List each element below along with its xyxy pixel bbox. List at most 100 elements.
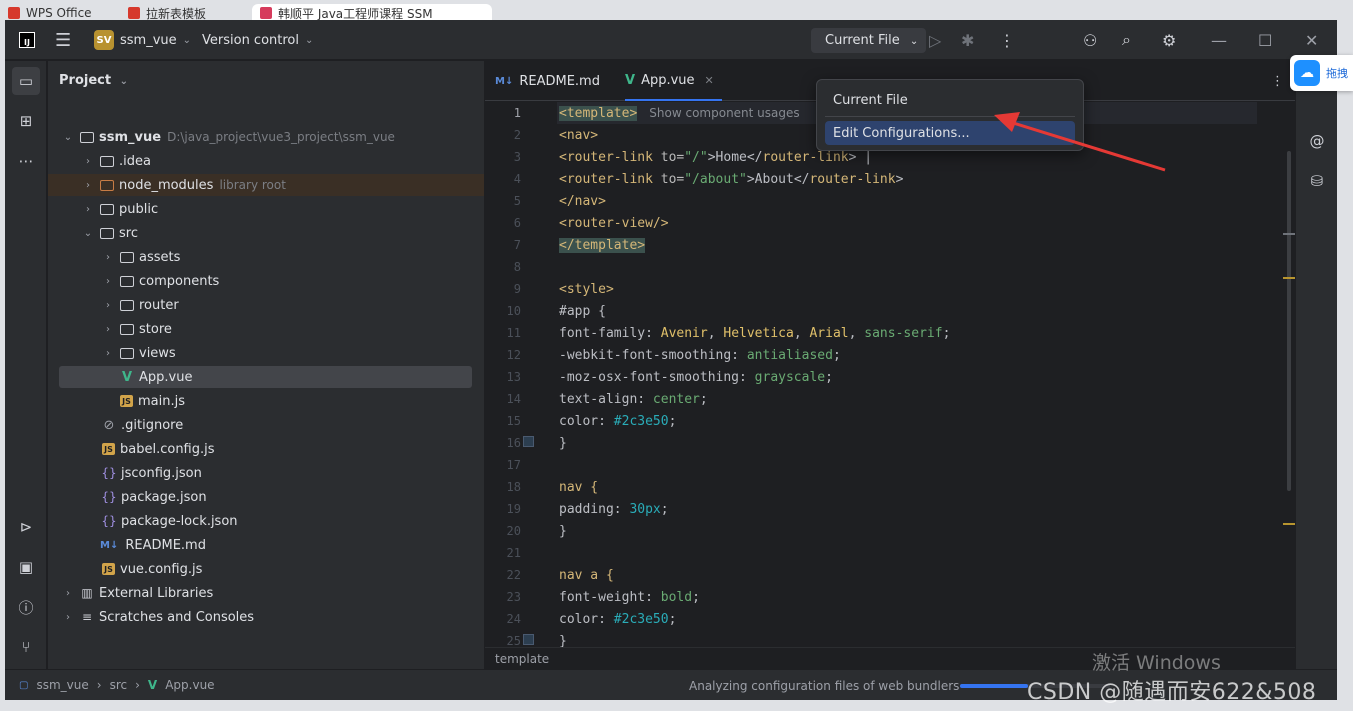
more-vertical-icon: ⋮: [999, 30, 1015, 50]
chevron-right-icon: ›: [86, 155, 90, 167]
line-number: 22: [506, 568, 521, 582]
menu-item-current-file[interactable]: Current File: [825, 88, 1075, 112]
tree-item-app-vue[interactable]: V App.vue: [59, 366, 472, 388]
tree-item-scratches[interactable]: › ≡ Scratches and Consoles: [48, 606, 484, 628]
chevron-down-icon: ⌄: [182, 34, 192, 46]
line-number: 6: [513, 216, 521, 230]
tree-item-src[interactable]: ⌄ src: [48, 222, 484, 244]
js-file-icon: JS: [120, 395, 133, 407]
menu-item-edit-configurations[interactable]: Edit Configurations...: [825, 121, 1075, 145]
chevron-down-icon: ⌄: [909, 35, 919, 47]
status-crumb-project[interactable]: ssm_vue: [36, 678, 88, 692]
services-tool-button[interactable]: ⊳: [16, 517, 36, 537]
tree-item-assets[interactable]: › assets: [48, 246, 484, 268]
tree-item-gitignore[interactable]: ⊘ .gitignore: [48, 414, 484, 436]
project-badge: SV: [94, 30, 114, 50]
minimize-button[interactable]: —: [1211, 20, 1227, 60]
tree-item-store[interactable]: › store: [48, 318, 484, 340]
tree-item-readme[interactable]: M↓ README.md: [48, 534, 484, 556]
ai-assistant-button[interactable]: @: [1307, 131, 1327, 151]
folder-icon: [120, 274, 134, 288]
line-number: 1: [513, 106, 521, 120]
folder-icon: [120, 298, 134, 312]
git-branch-icon: ⑂: [21, 638, 31, 656]
main-menu-button[interactable]: ☰: [55, 20, 71, 60]
project-switcher[interactable]: SV ssm_vue ⌄: [94, 20, 191, 60]
tab-app-vue[interactable]: V App.vue ✕: [625, 61, 722, 101]
editor-tabs-menu[interactable]: ⋮: [1271, 61, 1284, 101]
line-number: 5: [513, 194, 521, 208]
settings-button[interactable]: ⚙: [1162, 20, 1176, 60]
markdown-file-icon: M↓: [495, 75, 514, 87]
tree-item-jsconfig[interactable]: {} jsconfig.json: [48, 462, 484, 484]
chevron-right-icon: ›: [106, 251, 110, 263]
line-number: 9: [513, 282, 521, 296]
chevron-right-icon: ›: [106, 275, 110, 287]
js-file-icon: JS: [102, 443, 115, 455]
project-tool-button[interactable]: ▭: [12, 67, 40, 95]
tree-item-components[interactable]: › components: [48, 270, 484, 292]
json-file-icon: {}: [101, 466, 117, 480]
problems-tool-button[interactable]: ⓘ: [16, 597, 36, 617]
tab-readme[interactable]: M↓ README.md: [495, 61, 600, 101]
tree-item-package-lock[interactable]: {} package-lock.json: [48, 510, 484, 532]
tree-item-main-js[interactable]: JS main.js: [48, 390, 484, 412]
markdown-file-icon: M↓: [100, 539, 119, 551]
line-number: 3: [513, 150, 521, 164]
run-config-selector[interactable]: Current File ⌄: [811, 20, 927, 60]
tree-item-idea[interactable]: › .idea: [48, 150, 484, 172]
menu-separator: [825, 116, 1075, 117]
search-button[interactable]: ⌕: [1122, 20, 1131, 60]
more-horizontal-icon: ⋯: [18, 152, 34, 170]
line-number: 20: [506, 524, 521, 538]
baidu-netdisk-float[interactable]: ☁ 拖拽: [1290, 55, 1353, 91]
csdn-watermark: CSDN @随遇而安622&508: [1027, 680, 1317, 705]
background-task-label[interactable]: Analyzing configuration files of web bun…: [689, 679, 959, 693]
close-tab-icon[interactable]: ✕: [705, 74, 714, 87]
run-config-dropdown: Current File Edit Configurations...: [816, 79, 1084, 151]
run-button[interactable]: ▷: [929, 20, 941, 60]
tree-item-vue-config[interactable]: JS vue.config.js: [48, 558, 484, 580]
tree-item-router[interactable]: › router: [48, 294, 484, 316]
close-button[interactable]: ✕: [1305, 20, 1318, 60]
terminal-tool-button[interactable]: ▣: [16, 557, 36, 577]
status-crumb-file[interactable]: App.vue: [165, 678, 214, 692]
color-swatch[interactable]: [523, 436, 534, 447]
git-tool-button[interactable]: ⑂: [16, 637, 36, 657]
status-crumb-src[interactable]: src: [110, 678, 128, 692]
code-with-me-button[interactable]: ⚇: [1083, 20, 1097, 60]
code-line: </nav>: [559, 193, 606, 209]
browser-tab-strip: WPS Office 拉新表模板 韩顺平 Java工程师课程 SSM: [0, 0, 1353, 22]
code-line: font-weight: bold;: [559, 589, 700, 605]
tree-item-babel-config[interactable]: JS babel.config.js: [48, 438, 484, 460]
code-area[interactable]: <template> Show component usages <nav> <r…: [557, 102, 1257, 647]
folder-icon: [100, 154, 114, 168]
color-swatch[interactable]: [523, 634, 534, 645]
folder-icon: [120, 346, 134, 360]
tree-item-node-modules[interactable]: › node_modules library root: [48, 174, 484, 196]
chevron-down-icon: ⌄: [63, 131, 73, 143]
code-line: nav {: [559, 479, 599, 495]
database-tool-button[interactable]: ⛁: [1307, 171, 1327, 191]
code-line: <router-view/>: [559, 215, 669, 231]
tree-item-external-libraries[interactable]: › ▥ External Libraries: [48, 582, 484, 604]
tree-item-views[interactable]: › views: [48, 342, 484, 364]
more-tools-button[interactable]: ⋯: [16, 151, 36, 171]
line-number: 18: [506, 480, 521, 494]
vcs-widget[interactable]: Version control ⌄: [202, 20, 313, 60]
debug-button[interactable]: ✱: [961, 20, 974, 60]
maximize-button[interactable]: ☐: [1258, 20, 1272, 60]
project-panel: Project ⌄ ⌄ ssm_vue D:\java_project\vue3…: [48, 61, 484, 669]
more-actions-button[interactable]: ⋮: [999, 20, 1015, 60]
app-logo[interactable]: IJ: [19, 20, 35, 60]
inlay-hint[interactable]: Show component usages: [649, 106, 799, 120]
tree-item-public[interactable]: › public: [48, 198, 484, 220]
chevron-right-icon: ›: [135, 678, 140, 692]
project-panel-title[interactable]: Project ⌄: [59, 73, 128, 88]
folder-icon: [120, 322, 134, 336]
tree-item-package-json[interactable]: {} package.json: [48, 486, 484, 508]
code-line: }: [559, 523, 567, 539]
editor-scrollbar[interactable]: [1279, 151, 1295, 551]
structure-tool-button[interactable]: ⊞: [16, 111, 36, 131]
tree-root[interactable]: ⌄ ssm_vue D:\java_project\vue3_project\s…: [48, 126, 484, 148]
